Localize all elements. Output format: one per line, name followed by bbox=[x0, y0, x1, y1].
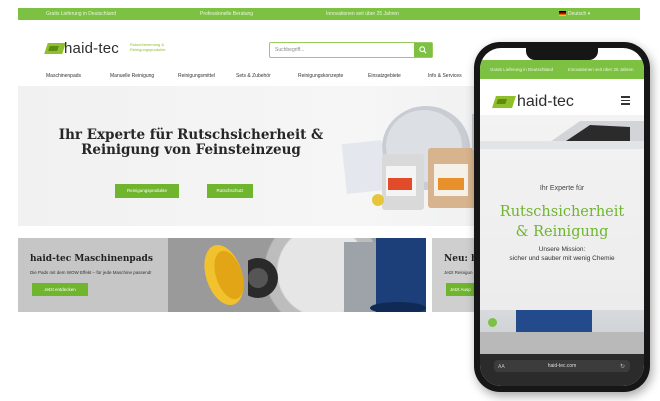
search-icon bbox=[419, 46, 427, 54]
phone-hero-title-line-2: & Reinigung bbox=[515, 224, 609, 240]
anti-slip-button[interactable]: Rutschschutz bbox=[207, 184, 253, 198]
phone-machine-photo bbox=[480, 310, 644, 354]
search-button[interactable] bbox=[414, 43, 432, 57]
mission-text: sicher und sauber mit wenig Chemie bbox=[509, 255, 615, 262]
hero-title: Ihr Experte für Rutschsicherheit & Reini… bbox=[46, 128, 336, 158]
nav-item-manuelle-reinigung[interactable]: Manuelle Reinigung bbox=[110, 73, 154, 79]
phone-hero-product-image bbox=[480, 121, 644, 149]
language-label: Deutsch bbox=[568, 11, 587, 17]
phone-site-header: haid-tec bbox=[480, 79, 644, 115]
card-title: haid-tec Maschinenpads bbox=[30, 254, 153, 264]
reload-icon[interactable]: ↻ bbox=[620, 361, 625, 373]
hamburger-menu-icon[interactable] bbox=[621, 96, 630, 107]
discover-now-button[interactable]: Jetzt entdecken bbox=[32, 283, 88, 296]
nav-item-reinigungskonzepte[interactable]: Reinigungskonzepte bbox=[298, 73, 343, 79]
topbar-item-consulting: Professionelle Beratung bbox=[200, 11, 254, 17]
haid-tec-logo-icon[interactable] bbox=[44, 43, 66, 54]
slider-indicator-icon[interactable] bbox=[488, 318, 497, 327]
search-input[interactable]: Suchbegriff... bbox=[275, 47, 304, 53]
language-selector[interactable]: Deutsch ▾ bbox=[559, 11, 590, 17]
cleaning-machine-image bbox=[516, 310, 592, 332]
search-bar[interactable]: Suchbegriff... bbox=[269, 42, 433, 58]
text-size-button[interactable]: AA bbox=[498, 361, 505, 373]
top-info-bar: Gratis Lieferung in Deutschland Professi… bbox=[18, 8, 640, 20]
phone-top-info-bar: Gratis Lieferung in Deutschland Innovati… bbox=[480, 60, 644, 79]
phone-topbar-item-innovation: Innovationen seit über 25 Jahren bbox=[568, 67, 634, 72]
mission-label: Unsere Mission: bbox=[538, 246, 586, 253]
floor-machine-image bbox=[248, 238, 426, 312]
card-description: Jetzt Reinigun bbox=[444, 270, 473, 275]
nav-item-sets-zubehoer[interactable]: Sets & Zubehör bbox=[236, 73, 271, 79]
browser-url: haid-tec.com bbox=[547, 363, 577, 369]
card-description: Die Pads mit dem WOW Effekt – für jede M… bbox=[30, 270, 152, 275]
phone-browser-bar: AA haid-tec.com ↻ bbox=[480, 354, 644, 386]
floor-image bbox=[480, 332, 644, 354]
nav-item-einsatzgebiete[interactable]: Einsatzgebiete bbox=[368, 73, 401, 79]
phone-notch bbox=[526, 48, 598, 60]
logo-wordmark[interactable]: haid-tec bbox=[64, 40, 119, 57]
hero-title-line-1: Ihr Experte für Rutschsicherheit & bbox=[58, 127, 324, 143]
phone-hero-banner: Ihr Experte für Rutschsicherheit & Reini… bbox=[480, 115, 644, 310]
haid-tec-logo-icon[interactable] bbox=[492, 96, 516, 108]
nav-item-info-services[interactable]: Info & Services bbox=[428, 73, 462, 79]
phone-screen: Gratis Lieferung in Deutschland Innovati… bbox=[480, 48, 644, 386]
promo-card-maschinenpads[interactable]: haid-tec Maschinenpads Die Pads mit dem … bbox=[18, 238, 426, 312]
logo-tagline: Rutschhemmung & Reinigungsprodukte bbox=[130, 42, 166, 52]
phone-hero-intro: Ihr Experte für bbox=[539, 185, 585, 192]
topbar-item-innovation: Innovationen seit über 25 Jahren bbox=[326, 11, 399, 17]
nav-item-maschinenpads[interactable]: Maschinenpads bbox=[46, 73, 81, 79]
phone-hero-mission: Unsere Mission: sicher und sauber mit we… bbox=[480, 245, 644, 263]
logo-wordmark[interactable]: haid-tec bbox=[517, 93, 574, 111]
smartphone-mockup: Gratis Lieferung in Deutschland Innovati… bbox=[474, 42, 650, 392]
nav-item-reinigungsmittel[interactable]: Reinigungsmittel bbox=[178, 73, 215, 79]
phone-hero-title: Rutschsicherheit & Reinigung bbox=[480, 202, 644, 242]
topbar-item-shipping: Gratis Lieferung in Deutschland bbox=[46, 11, 117, 17]
cleaning-products-button[interactable]: Reinigungsprodukte bbox=[115, 184, 179, 198]
phone-topbar-item-shipping: Gratis Lieferung in Deutschland bbox=[490, 67, 554, 72]
hero-title-line-2: Reinigung von Feinsteinzeug bbox=[81, 142, 301, 158]
phone-hero-title-line-1: Rutschsicherheit bbox=[499, 204, 625, 220]
german-flag-icon bbox=[559, 11, 566, 17]
browser-address-bar[interactable]: AA haid-tec.com ↻ bbox=[494, 360, 630, 372]
